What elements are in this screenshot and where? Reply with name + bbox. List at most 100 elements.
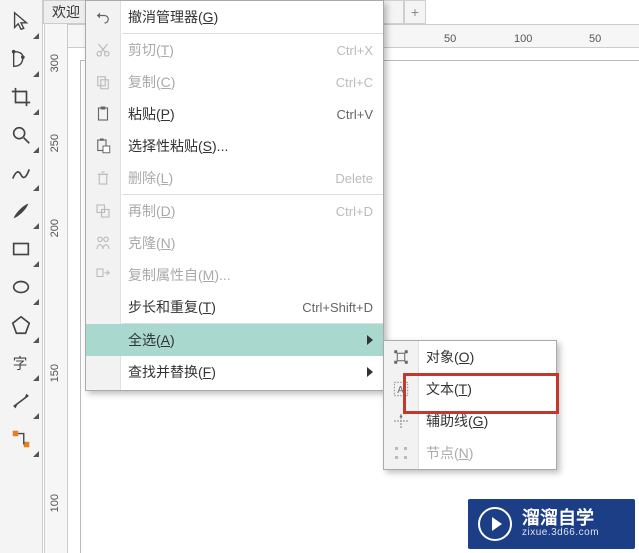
ruler-tick: 100	[514, 33, 532, 45]
connector-icon	[10, 428, 32, 450]
tab-welcome[interactable]: 欢迎	[43, 0, 89, 24]
menu-label: 复制属性自(M)...	[128, 265, 373, 285]
ellipse-icon	[10, 276, 32, 298]
tab-label: 欢迎	[52, 2, 80, 22]
ruler-tick: 300	[49, 54, 61, 72]
menu-label: 步长和重复(T)	[128, 297, 294, 317]
menu-label: 辅助线(G)	[426, 411, 546, 431]
menu-shortcut: Ctrl+C	[336, 75, 373, 90]
paste-icon	[92, 103, 114, 125]
watermark: 溜溜自学 zixue.3d66.com	[468, 499, 635, 549]
text-tool[interactable]: 字	[2, 344, 40, 382]
plus-icon: +	[411, 4, 419, 20]
play-icon	[478, 507, 512, 541]
dimension-tool[interactable]	[2, 382, 40, 420]
submenu-nodes: 节点(N)	[384, 437, 556, 469]
nodes-icon	[390, 442, 412, 464]
menu-step-repeat[interactable]: 步长和重复(T) Ctrl+Shift+D	[86, 291, 383, 323]
submenu-text[interactable]: A 文本(T)	[384, 373, 556, 405]
paste-special-icon	[92, 135, 114, 157]
ruler-tick: 150	[49, 364, 61, 382]
tab-add-button[interactable]: +	[404, 0, 426, 24]
zoom-tool[interactable]	[2, 116, 40, 154]
watermark-title: 溜溜自学	[522, 509, 599, 527]
menu-label: 对象(O)	[426, 347, 546, 367]
ruler-vertical[interactable]: 300 250 200 150 100	[44, 24, 68, 553]
menu-shortcut: Ctrl+V	[337, 107, 373, 122]
connector-tool[interactable]	[2, 420, 40, 458]
edit-menu: 撤消管理器(G) 剪切(T) Ctrl+X 复制(C) Ctrl+C 粘贴(P)…	[85, 0, 384, 391]
menu-delete: 删除(L) Delete	[86, 162, 383, 194]
ruler-tick: 50	[444, 33, 456, 45]
freehand-tool[interactable]	[2, 154, 40, 192]
menu-label: 粘贴(P)	[128, 104, 329, 124]
crop-tool[interactable]	[2, 78, 40, 116]
menu-label: 查找并替换(F)	[128, 362, 359, 382]
submenu-arrow-icon	[367, 367, 373, 377]
menu-label: 选择性粘贴(S)...	[128, 136, 373, 156]
dimension-icon	[10, 390, 32, 412]
text-icon: 字	[10, 352, 32, 374]
menu-label: 再制(D)	[128, 201, 328, 221]
menu-find-replace[interactable]: 查找并替换(F)	[86, 356, 383, 388]
menu-shortcut: Delete	[335, 171, 373, 186]
menu-label: 删除(L)	[128, 168, 327, 188]
menu-shortcut: Ctrl+Shift+D	[302, 300, 373, 315]
menu-shortcut: Ctrl+D	[336, 204, 373, 219]
polygon-tool[interactable]	[2, 306, 40, 344]
svg-text:字: 字	[13, 356, 28, 373]
menu-undo-manager[interactable]: 撤消管理器(G)	[86, 1, 383, 33]
menu-duplicate: 再制(D) Ctrl+D	[86, 195, 383, 227]
menu-paste-special[interactable]: 选择性粘贴(S)...	[86, 130, 383, 162]
zoom-icon	[10, 124, 32, 146]
select-all-submenu: 对象(O) A 文本(T) 辅助线(G) 节点(N)	[383, 340, 557, 470]
objects-icon	[390, 346, 412, 368]
freehand-icon	[10, 162, 32, 184]
tab-slot	[382, 0, 404, 24]
polygon-icon	[10, 314, 32, 336]
menu-select-all[interactable]: 全选(A)	[86, 324, 383, 356]
menu-label: 文本(T)	[426, 379, 546, 399]
svg-text:A: A	[397, 385, 404, 396]
artistic-media-tool[interactable]	[2, 192, 40, 230]
shape-icon	[10, 48, 32, 70]
brush-icon	[10, 200, 32, 222]
text-select-icon: A	[390, 378, 412, 400]
rectangle-tool[interactable]	[2, 230, 40, 268]
copy-icon	[92, 71, 114, 93]
copy-properties-icon	[92, 264, 114, 286]
ruler-tick: 50	[589, 33, 601, 45]
ellipse-tool[interactable]	[2, 268, 40, 306]
ruler-tick: 200	[49, 219, 61, 237]
crop-icon	[10, 86, 32, 108]
toolbox: 字	[0, 0, 43, 553]
menu-label: 节点(N)	[426, 443, 546, 463]
rectangle-icon	[10, 238, 32, 260]
menu-label: 克隆(N)	[128, 233, 373, 253]
submenu-arrow-icon	[367, 335, 373, 345]
ruler-tick: 250	[49, 134, 61, 152]
submenu-objects[interactable]: 对象(O)	[384, 341, 556, 373]
ruler-tick: 100	[49, 494, 61, 512]
duplicate-icon	[92, 200, 114, 222]
menu-copy: 复制(C) Ctrl+C	[86, 66, 383, 98]
menu-clone: 克隆(N)	[86, 227, 383, 259]
delete-icon	[92, 167, 114, 189]
tabbar-actions: +	[382, 0, 426, 22]
guides-icon	[390, 410, 412, 432]
shape-tool[interactable]	[2, 40, 40, 78]
submenu-guides[interactable]: 辅助线(G)	[384, 405, 556, 437]
cut-icon	[92, 39, 114, 61]
menu-label: 全选(A)	[128, 330, 359, 350]
menu-copy-properties: 复制属性自(M)...	[86, 259, 383, 291]
watermark-url: zixue.3d66.com	[522, 527, 599, 539]
cursor-icon	[10, 10, 32, 32]
menu-label: 撤消管理器(G)	[128, 7, 373, 27]
menu-label: 剪切(T)	[128, 40, 329, 60]
menu-shortcut: Ctrl+X	[337, 43, 373, 58]
menu-label: 复制(C)	[128, 72, 328, 92]
undo-manager-icon	[92, 6, 114, 28]
pick-tool[interactable]	[2, 2, 40, 40]
menu-paste[interactable]: 粘贴(P) Ctrl+V	[86, 98, 383, 130]
clone-icon	[92, 232, 114, 254]
